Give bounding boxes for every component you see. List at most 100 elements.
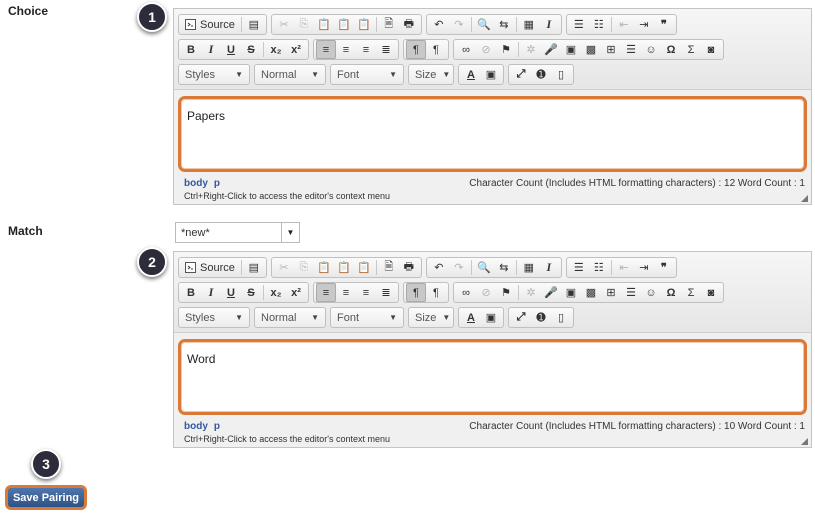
resize-grip[interactable] — [801, 195, 808, 202]
paste-icon[interactable]: 📋 — [314, 258, 334, 277]
link-icon[interactable]: ∞ — [456, 283, 476, 302]
find-icon[interactable]: 🔍 — [474, 15, 494, 34]
paste-word-icon[interactable]: 📋 — [354, 15, 374, 34]
paste-icon[interactable]: 📋 — [314, 15, 334, 34]
cut-icon[interactable]: ✂ — [274, 15, 294, 34]
anchor-icon[interactable]: ⚑ — [496, 283, 516, 302]
align-right-icon[interactable]: ≡ — [356, 40, 376, 59]
image-icon[interactable]: ▣ — [561, 40, 581, 59]
bg-color-icon[interactable]: ▣ — [481, 65, 501, 84]
templates-icon[interactable]: ▤ — [244, 15, 264, 34]
numbered-list-icon[interactable]: ☰ — [569, 15, 589, 34]
save-pairing-button[interactable]: Save Pairing — [5, 485, 87, 510]
cut-icon[interactable]: ✂ — [274, 258, 294, 277]
outdent-icon[interactable]: ⇤ — [614, 15, 634, 34]
numbered-list-icon[interactable]: ☰ — [569, 258, 589, 277]
smiley-icon[interactable]: ☺ — [641, 40, 661, 59]
text-color-icon[interactable]: A — [461, 65, 481, 84]
resize-grip[interactable] — [801, 438, 808, 445]
copy-icon[interactable]: ⎘ — [294, 15, 314, 34]
preview-icon[interactable]: 🗎 — [379, 258, 399, 277]
ltr-icon[interactable]: ¶ — [406, 283, 426, 302]
embed-icon[interactable]: ◙ — [701, 283, 721, 302]
match-content-area[interactable]: Word — [178, 339, 807, 415]
bold-icon[interactable]: B — [181, 40, 201, 59]
maximize-icon[interactable]: ⤢ — [511, 308, 531, 327]
format-dropdown[interactable]: Normal ▼ — [254, 307, 326, 328]
rtl-icon[interactable]: ¶ — [426, 40, 446, 59]
source-button[interactable]: Source — [181, 15, 239, 34]
templates-icon[interactable]: ▤ — [244, 258, 264, 277]
special-char-icon[interactable]: Ω — [661, 283, 681, 302]
underline-icon[interactable]: U — [221, 40, 241, 59]
table-icon[interactable]: ⊞ — [601, 283, 621, 302]
print-icon[interactable]: 🖶 — [399, 15, 419, 34]
blockquote-icon[interactable]: ❞ — [654, 258, 674, 277]
math-icon[interactable]: Σ — [681, 283, 701, 302]
styles-dropdown[interactable]: Styles ▼ — [178, 307, 250, 328]
justify-icon[interactable]: ≣ — [376, 283, 396, 302]
remove-format-icon[interactable]: I — [539, 15, 559, 34]
find-icon[interactable]: 🔍 — [474, 258, 494, 277]
indent-icon[interactable]: ⇥ — [634, 15, 654, 34]
strikethrough-icon[interactable]: S — [241, 283, 261, 302]
replace-icon[interactable]: ⇆ — [494, 15, 514, 34]
align-left-icon[interactable]: ≡ — [316, 283, 336, 302]
maximize-icon[interactable]: ⤢ — [511, 65, 531, 84]
horizontal-line-icon[interactable]: ☰ — [621, 283, 641, 302]
path-body[interactable]: body — [184, 421, 208, 432]
superscript-icon[interactable]: x² — [286, 40, 306, 59]
paste-word-icon[interactable]: 📋 — [354, 258, 374, 277]
accessibility-icon[interactable]: ➊ — [531, 308, 551, 327]
outdent-icon[interactable]: ⇤ — [614, 258, 634, 277]
media-icon[interactable]: ▩ — [581, 40, 601, 59]
image-icon[interactable]: ▣ — [561, 283, 581, 302]
align-right-icon[interactable]: ≡ — [356, 283, 376, 302]
bold-icon[interactable]: B — [181, 283, 201, 302]
bulleted-list-icon[interactable]: ☷ — [589, 258, 609, 277]
spellcheck-icon[interactable]: ▦ — [519, 15, 539, 34]
link-icon[interactable]: ∞ — [456, 40, 476, 59]
italic-icon[interactable]: I — [201, 283, 221, 302]
accessibility-icon[interactable]: ➊ — [531, 65, 551, 84]
format-dropdown[interactable]: Normal ▼ — [254, 64, 326, 85]
size-dropdown[interactable]: Size ▼ — [408, 64, 454, 85]
indent-icon[interactable]: ⇥ — [634, 258, 654, 277]
font-dropdown[interactable]: Font ▼ — [330, 307, 404, 328]
path-p[interactable]: p — [214, 421, 220, 432]
rtl-icon[interactable]: ¶ — [426, 283, 446, 302]
align-center-icon[interactable]: ≡ — [336, 40, 356, 59]
smiley-icon[interactable]: ☺ — [641, 283, 661, 302]
align-center-icon[interactable]: ≡ — [336, 283, 356, 302]
size-dropdown[interactable]: Size ▼ — [408, 307, 454, 328]
microphone-icon[interactable]: 🎤 — [541, 283, 561, 302]
choice-content-area[interactable]: Papers — [178, 96, 807, 172]
microphone-icon[interactable]: 🎤 — [541, 40, 561, 59]
redo-icon[interactable]: ↷ — [449, 258, 469, 277]
ltr-icon[interactable]: ¶ — [406, 40, 426, 59]
blockquote-icon[interactable]: ❞ — [654, 15, 674, 34]
horizontal-line-icon[interactable]: ☰ — [621, 40, 641, 59]
subscript-icon[interactable]: x₂ — [266, 283, 286, 302]
unlink-icon[interactable]: ⊘ — [476, 40, 496, 59]
loading-icon[interactable]: ✲ — [521, 40, 541, 59]
special-char-icon[interactable]: Ω — [661, 40, 681, 59]
path-p[interactable]: p — [214, 178, 220, 189]
remove-format-icon[interactable]: I — [539, 258, 559, 277]
styles-dropdown[interactable]: Styles ▼ — [178, 64, 250, 85]
show-blocks-icon[interactable]: ▯ — [551, 65, 571, 84]
print-icon[interactable]: 🖶 — [399, 258, 419, 277]
replace-icon[interactable]: ⇆ — [494, 258, 514, 277]
media-icon[interactable]: ▩ — [581, 283, 601, 302]
unlink-icon[interactable]: ⊘ — [476, 283, 496, 302]
copy-icon[interactable]: ⎘ — [294, 258, 314, 277]
undo-icon[interactable]: ↶ — [429, 258, 449, 277]
strikethrough-icon[interactable]: S — [241, 40, 261, 59]
embed-icon[interactable]: ◙ — [701, 40, 721, 59]
font-dropdown[interactable]: Font ▼ — [330, 64, 404, 85]
anchor-icon[interactable]: ⚑ — [496, 40, 516, 59]
path-body[interactable]: body — [184, 178, 208, 189]
text-color-icon[interactable]: A — [461, 308, 481, 327]
loading-icon[interactable]: ✲ — [521, 283, 541, 302]
match-select[interactable]: *new* ▼ — [175, 222, 300, 243]
